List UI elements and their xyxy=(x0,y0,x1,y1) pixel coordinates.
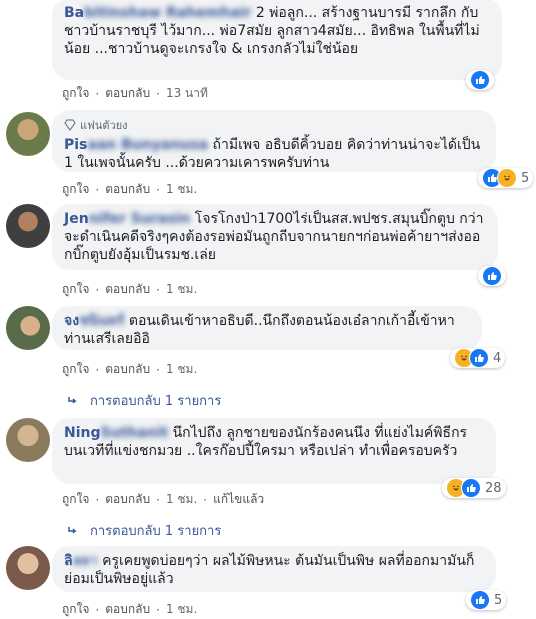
reply-arrow-icon xyxy=(68,526,77,534)
haha-reaction-icon xyxy=(497,168,517,188)
comment-actions: ถูกใจ · ตอบกลับ · 1 ชม. xyxy=(62,280,197,299)
avatar[interactable] xyxy=(6,112,50,156)
diamond-icon xyxy=(64,119,76,131)
timestamp[interactable]: 1 ชม. xyxy=(166,180,197,199)
replies-label: การตอบกลับ 1 รายการ xyxy=(90,394,222,409)
reaction-summary[interactable]: 28 xyxy=(442,478,506,498)
reaction-count: 4 xyxy=(493,350,502,366)
fan-badge: แฟนตัวยง xyxy=(64,116,484,134)
avatar[interactable] xyxy=(6,546,50,590)
reaction-summary[interactable] xyxy=(466,70,494,90)
avatar[interactable] xyxy=(6,418,50,462)
reaction-summary[interactable]: 5 xyxy=(466,590,507,610)
avatar[interactable] xyxy=(6,204,50,248)
comment-1: Babitinshaw Rahemhair 2 พ่อลูก... สร้างฐ… xyxy=(0,0,536,104)
comment-text: ครูเคยพูดบ่อยๆว่า ผลไม้พิษหนะ ต้นมันเป็น… xyxy=(64,553,475,587)
reaction-summary[interactable]: 5 xyxy=(478,168,534,188)
timestamp[interactable]: 1 ชม. xyxy=(166,360,197,379)
reply-button[interactable]: ตอบกลับ xyxy=(105,280,150,299)
commenter-name[interactable]: ลิ xyxy=(64,553,73,569)
commenter-name-blurred: ลลา xyxy=(72,553,98,569)
commenter-name[interactable]: Pis xyxy=(64,137,87,153)
like-button[interactable]: ถูกใจ xyxy=(62,280,89,299)
like-reaction-icon xyxy=(470,70,490,90)
comment-bubble: Ning Suthanit นึกไปถึง ลูกชายของนักร้องค… xyxy=(52,418,496,484)
like-button[interactable]: ถูกใจ xyxy=(62,84,89,103)
avatar[interactable] xyxy=(6,306,50,350)
comment-bubble: จงชนินทร์ ตอนเดินเข้าหาอธิบดี..นึกถึงตอน… xyxy=(52,306,482,350)
comment-bubble: Jennifer Surasin โจรโกงป่า1700ไร่เป็นสส.… xyxy=(52,204,498,270)
like-button[interactable]: ถูกใจ xyxy=(62,490,89,509)
reaction-count: 5 xyxy=(521,170,530,186)
commenter-name[interactable]: จง xyxy=(64,313,79,329)
commenter-name-blurred: aan Bunyanusa xyxy=(87,137,209,153)
like-reaction-icon xyxy=(470,590,490,610)
edited-label[interactable]: แก้ไขแล้ว xyxy=(213,490,264,509)
comment-6: ลิลลา ครูเคยพูดบ่อยๆว่า ผลไม้พิษหนะ ต้นม… xyxy=(0,546,536,619)
reply-button[interactable]: ตอบกลับ xyxy=(105,490,150,509)
view-replies-link[interactable]: การตอบกลับ 1 รายการ xyxy=(68,520,221,541)
reply-button[interactable]: ตอบกลับ xyxy=(105,84,150,103)
reaction-count: 5 xyxy=(494,592,503,608)
like-button[interactable]: ถูกใจ xyxy=(62,360,89,379)
timestamp[interactable]: 1 ชม. xyxy=(166,600,197,619)
reply-button[interactable]: ตอบกลับ xyxy=(105,360,150,379)
commenter-name[interactable]: Ba xyxy=(64,5,84,21)
commenter-name-blurred: Suthanit xyxy=(100,425,169,441)
commenter-name[interactable]: Jen xyxy=(64,211,89,227)
comment-actions: ถูกใจ · ตอบกลับ · 1 ชม. · แก้ไขแล้ว xyxy=(62,490,264,509)
comment-4: จงชนินทร์ ตอนเดินเข้าหาอธิบดี..นึกถึงตอน… xyxy=(0,306,536,416)
comment-actions: ถูกใจ · ตอบกลับ · 1 ชม. xyxy=(62,360,197,379)
like-reaction-icon xyxy=(469,348,489,368)
like-reaction-icon xyxy=(461,478,481,498)
commenter-name-blurred: ชนินทร์ xyxy=(79,313,125,329)
commenter-name[interactable]: Ning xyxy=(64,425,101,441)
comment-bubble: แฟนตัวยง Pisaan Bunyanusa ถ้ามีเพจ อธิบด… xyxy=(52,110,496,172)
commenter-name-blurred: nifer Surasin xyxy=(88,211,191,227)
comment-actions: ถูกใจ · ตอบกลับ · 13 นาที xyxy=(62,84,208,103)
replies-label: การตอบกลับ 1 รายการ xyxy=(90,524,222,539)
timestamp[interactable]: 1 ชม. xyxy=(166,490,197,509)
reaction-summary[interactable]: 4 xyxy=(450,348,506,368)
reply-button[interactable]: ตอบกลับ xyxy=(105,180,150,199)
commenter-name-blurred: bitinshaw Rahemhair xyxy=(84,5,252,21)
like-button[interactable]: ถูกใจ xyxy=(62,180,89,199)
reply-arrow-icon xyxy=(68,396,77,404)
timestamp[interactable]: 13 นาที xyxy=(166,84,208,103)
comment-actions: ถูกใจ · ตอบกลับ · 1 ชม. xyxy=(62,180,197,199)
badge-label: แฟนตัวยง xyxy=(80,119,128,132)
reply-button[interactable]: ตอบกลับ xyxy=(105,600,150,619)
timestamp[interactable]: 1 ชม. xyxy=(166,280,197,299)
reaction-summary[interactable] xyxy=(478,266,506,286)
comment-2: แฟนตัวยง Pisaan Bunyanusa ถ้ามีเพจ อธิบด… xyxy=(0,110,536,200)
like-reaction-icon xyxy=(482,266,502,286)
comment-bubble: Babitinshaw Rahemhair 2 พ่อลูก... สร้างฐ… xyxy=(52,0,502,80)
comment-bubble: ลิลลา ครูเคยพูดบ่อยๆว่า ผลไม้พิษหนะ ต้นม… xyxy=(52,546,496,592)
view-replies-link[interactable]: การตอบกลับ 1 รายการ xyxy=(68,390,221,411)
comment-3: Jennifer Surasin โจรโกงป่า1700ไร่เป็นสส.… xyxy=(0,204,536,299)
comment-5: Ning Suthanit นึกไปถึง ลูกชายของนักร้องค… xyxy=(0,418,536,544)
comment-actions: ถูกใจ · ตอบกลับ · 1 ชม. xyxy=(62,600,197,619)
like-button[interactable]: ถูกใจ xyxy=(62,600,89,619)
reaction-count: 28 xyxy=(485,480,502,496)
